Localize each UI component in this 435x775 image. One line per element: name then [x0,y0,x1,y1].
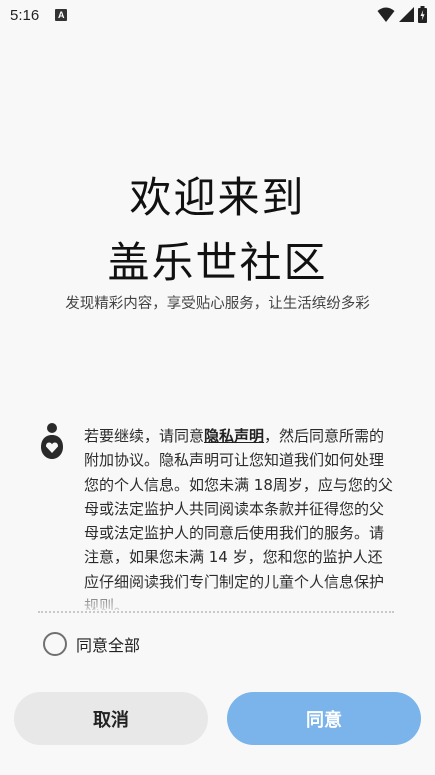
signal-icon [399,6,414,22]
cancel-button[interactable]: 取消 [14,692,208,745]
battery-icon [418,6,427,23]
privacy-text: 若要继续，请同意隐私声明，然后同意所需的附加协议。隐私声明可让您知道我们如何处理… [84,424,394,610]
status-icons [377,6,427,23]
agree-all-radio[interactable] [43,632,67,656]
privacy-statement-link[interactable]: 隐私声明 [204,427,264,445]
status-time: 5:16 [10,6,40,24]
notification-a-icon: A [55,9,68,21]
agree-all-checkbox[interactable]: 同意全部 [43,632,140,656]
status-bar: 5:16 A [0,0,435,30]
privacy-text-after: ，然后同意所需的附加协议。隐私声明可让您知道我们如何处理您的个人信息。如您未满 … [84,427,393,610]
welcome-title-line1: 欢迎来到 [129,173,306,222]
welcome-title-line2: 盖乐世社区 [107,238,328,287]
wifi-icon [377,7,395,22]
divider [38,611,394,613]
welcome-subtitle: 发现精彩内容，享受贴心服务，让生活缤纷多彩 [65,296,370,312]
agree-button[interactable]: 同意 [227,692,421,745]
privacy-shield-icon [41,423,63,459]
privacy-text-before: 若要继续，请同意 [84,427,205,445]
privacy-notice: 若要继续，请同意隐私声明，然后同意所需的附加协议。隐私声明可让您知道我们如何处理… [40,422,400,610]
agree-all-label: 同意全部 [76,636,141,655]
